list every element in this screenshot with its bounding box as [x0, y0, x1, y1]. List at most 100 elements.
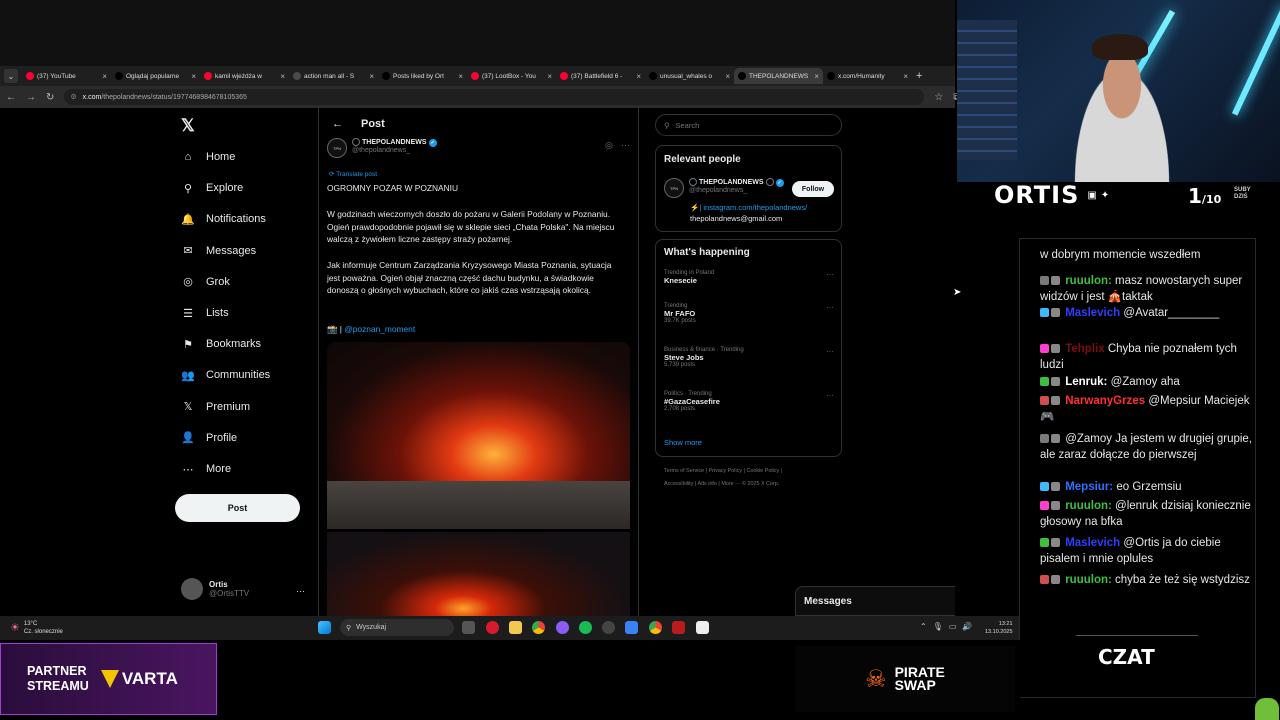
new-tab-button[interactable]: + — [916, 70, 922, 82]
tab-close-icon[interactable]: × — [636, 72, 641, 81]
browser-tab[interactable]: Posts liked by Ort × — [378, 68, 467, 84]
account-menu-icon[interactable]: ··· — [296, 586, 305, 596]
back-arrow-icon[interactable]: ← — [6, 92, 16, 103]
post-more-icon[interactable]: ··· — [621, 140, 630, 151]
tab-close-icon[interactable]: × — [280, 72, 285, 81]
tab-close-icon[interactable]: × — [191, 72, 196, 81]
trend-more-icon[interactable]: ··· — [826, 303, 834, 312]
show-more-link[interactable]: Show more — [664, 438, 702, 447]
tab-search-dropdown-icon[interactable]: ⌄ — [4, 69, 18, 83]
mic-icon[interactable]: 🎙 — [933, 622, 943, 631]
app-icon-1[interactable] — [556, 621, 569, 634]
browser-tab[interactable]: (37) YouTube × — [22, 68, 111, 84]
chat-username[interactable]: Mepsiur: — [1065, 481, 1113, 493]
search-field[interactable]: ⚲ Search — [655, 114, 842, 136]
relevant-person[interactable]: TPN THEPOLANDNEWS ✓ @thepolandnews_ — [664, 178, 784, 198]
tab-close-icon[interactable]: × — [903, 72, 908, 81]
bio-link[interactable]: ⚡| instagram.com/thepolandnews/ — [690, 203, 807, 212]
chrome-icon-2[interactable] — [649, 621, 662, 634]
app-icon-3[interactable] — [672, 621, 685, 634]
trend-item[interactable]: Politics · Trending #GazaCeasefire 2,708 p… — [664, 391, 834, 412]
sidebar-item-more[interactable]: ⋯ More — [181, 462, 232, 476]
chrome-icon[interactable] — [532, 621, 545, 634]
url-field[interactable]: ⚙ x.com/thepolandnews/status/19774689846… — [64, 89, 925, 105]
browser-tab[interactable]: (37) LootBox - You × — [467, 68, 556, 84]
browser-tab[interactable]: (37) Battlefield 6 - × — [556, 68, 645, 84]
browser-tab[interactable]: unusual_whales o × — [645, 68, 734, 84]
browser-tab[interactable]: Oglądaj popularne × — [111, 68, 200, 84]
clock[interactable]: 13:21 13.10.2025 — [985, 620, 1013, 636]
sidebar-item-lists[interactable]: ☰ Lists — [181, 306, 229, 320]
weather-widget[interactable]: ☀ 13°C Cz. słonecznie — [10, 620, 63, 636]
tab-close-icon[interactable]: × — [102, 72, 107, 81]
chat-username[interactable]: Maslevich — [1065, 537, 1120, 549]
site-info-icon[interactable]: ⚙ — [70, 93, 76, 101]
obs-icon[interactable] — [602, 621, 615, 634]
grok-icon[interactable]: ◎ — [605, 140, 613, 151]
sidebar-item-home[interactable]: ⌂ Home — [181, 150, 236, 164]
chat-username[interactable]: ruuulon: — [1065, 275, 1112, 287]
reload-icon[interactable]: ↻ — [46, 92, 54, 103]
post-button[interactable]: Post — [175, 494, 300, 522]
relevant-avatar[interactable]: TPN — [664, 178, 684, 198]
file-explorer-icon[interactable] — [509, 621, 522, 634]
browser-tab[interactable]: THEPOLANDNEWS × — [734, 68, 823, 84]
forward-arrow-icon[interactable]: → — [26, 92, 36, 103]
sidebar-item-premium[interactable]: 𝕏 Premium — [181, 400, 250, 414]
browser-tab[interactable]: x.com/Humanity × — [823, 68, 912, 84]
follow-button[interactable]: Follow — [792, 181, 834, 197]
messages-drawer[interactable]: Messages ✉ ⌃ — [795, 586, 955, 616]
trend-item[interactable]: Trending Mr FAFO 39.7K posts ··· — [664, 303, 834, 324]
browser-tab[interactable]: action man all - S × — [289, 68, 378, 84]
tab-close-icon[interactable]: × — [725, 72, 730, 81]
browser-tab[interactable]: kamil wjeżdża w × — [200, 68, 289, 84]
chat-username[interactable]: ruuulon: — [1065, 500, 1112, 512]
app-icon-4[interactable] — [696, 621, 709, 634]
fire-photo-1[interactable] — [327, 342, 630, 529]
tab-close-icon[interactable]: × — [814, 72, 819, 81]
sidebar-item-profile[interactable]: 👤 Profile — [181, 431, 237, 445]
tab-close-icon[interactable]: × — [547, 72, 552, 81]
footer-links-1[interactable]: Terms of Service | Privacy Policy | Cook… — [664, 465, 834, 478]
chat-username[interactable]: ruuulon: — [1065, 574, 1112, 586]
chat-username[interactable]: NarwanyGrzes — [1065, 395, 1145, 407]
account-switcher[interactable]: Ortis @OrtisTTV — [181, 578, 249, 600]
tab-close-icon[interactable]: × — [369, 72, 374, 81]
opera-icon[interactable] — [486, 621, 499, 634]
post-author[interactable]: TPN THEPOLANDNEWS ✓ @thepolandnews_ — [327, 138, 437, 158]
translate-post-link[interactable]: ⟳ Translate post — [329, 170, 377, 178]
footer-links-2[interactable]: Accessibility | Ads info | More ··· © 20… — [664, 478, 834, 491]
taskbar-search[interactable]: ⚲ Wyszukaj — [340, 619, 454, 636]
task-view-icon[interactable] — [462, 621, 475, 634]
bookmark-star-icon[interactable]: ☆ — [934, 92, 943, 103]
chat-username[interactable]: Maslevich — [1065, 307, 1120, 319]
trend-item[interactable]: Trending in Poland Knesecie ··· — [664, 270, 834, 285]
sidebar-item-communities[interactable]: 👥 Communities — [181, 368, 270, 382]
windows-start-icon[interactable] — [318, 621, 331, 634]
system-tray[interactable]: ⌃ 🎙 ▭ 🔊 — [920, 622, 972, 631]
back-icon[interactable]: ← — [332, 118, 343, 130]
tray-chevron-icon[interactable]: ⌃ — [920, 622, 927, 631]
trend-item[interactable]: Business & finance · Trending Steve Jobs 5… — [664, 347, 834, 368]
trend-more-icon[interactable]: ··· — [826, 270, 834, 279]
author-avatar[interactable]: TPN — [327, 138, 347, 158]
trend-more-icon[interactable]: ··· — [826, 391, 834, 400]
chat-username[interactable]: Lenruk: — [1065, 376, 1107, 388]
author-name[interactable]: THEPOLANDNEWS — [362, 139, 427, 146]
sidebar-item-explore[interactable]: ⚲ Explore — [181, 181, 243, 195]
sidebar-item-grok[interactable]: ◎ Grok — [181, 275, 230, 289]
network-icon[interactable]: ▭ — [949, 622, 957, 631]
relevant-name[interactable]: THEPOLANDNEWS — [699, 179, 764, 186]
volume-icon[interactable]: 🔊 — [962, 622, 972, 631]
fire-photo-2[interactable] — [327, 532, 630, 616]
sidebar-item-messages[interactable]: ✉ Messages — [181, 244, 256, 258]
app-icon-2[interactable] — [625, 621, 638, 634]
trend-more-icon[interactable]: ··· — [826, 347, 834, 356]
tab-close-icon[interactable]: × — [458, 72, 463, 81]
x-logo-icon[interactable]: 𝕏 — [181, 116, 195, 136]
sidebar-item-bookmarks[interactable]: ⚑ Bookmarks — [181, 337, 261, 351]
chat-username[interactable]: Tehplix — [1065, 343, 1104, 355]
spotify-icon[interactable] — [579, 621, 592, 634]
sidebar-item-notifications[interactable]: 🔔 Notifications — [181, 212, 266, 226]
source-link[interactable]: @poznan_moment — [344, 324, 415, 334]
